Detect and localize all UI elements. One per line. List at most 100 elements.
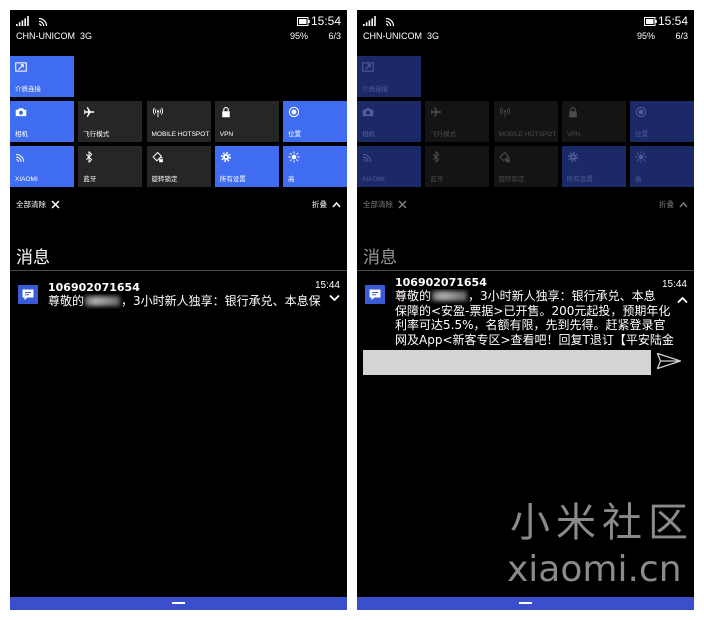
signal-strength-icon — [16, 16, 29, 26]
tile-rotation-lock[interactable]: 旋转锁定 — [146, 146, 211, 187]
camera-icon — [362, 106, 374, 118]
tile-label: 介质连接 — [362, 86, 388, 93]
redacted-name — [432, 291, 468, 301]
notification-sender: 106902071654 — [395, 276, 487, 289]
clear-all-label: 全部清除 — [363, 200, 393, 209]
clear-all-button[interactable]: 全部清除 — [16, 198, 60, 211]
tile-rotation-lock[interactable]: 旋转锁定 — [493, 146, 558, 187]
notification-sender: 106902071654 — [48, 281, 140, 294]
close-icon — [51, 200, 60, 209]
notification-text-line: 保障的<安盈-票据>已开售。200元起投，预期年化 — [395, 303, 671, 318]
date: 6/3 — [328, 31, 341, 41]
tile-media-connect[interactable]: 介质连接 — [357, 56, 421, 97]
camera-icon — [15, 106, 27, 118]
hotspot-icon — [152, 106, 164, 118]
tile-label: 飞行模式 — [430, 131, 457, 138]
tile-airplane-mode[interactable]: 飞行模式 — [425, 101, 490, 142]
tile-bluetooth[interactable]: 蓝牙 — [425, 146, 490, 187]
nav-bar-handle[interactable] — [172, 602, 185, 604]
chevron-up-icon — [677, 296, 688, 304]
notification-card[interactable]: 106902071654 15:44 尊敬的 ，3小时新人独享：银行承兑、本息 保… — [357, 275, 694, 355]
watermark-text: xiaomi.cn — [507, 549, 682, 590]
wifi-icon — [362, 151, 374, 163]
brightness-icon — [288, 151, 300, 163]
signal-strength-icon — [363, 16, 376, 26]
notification-card[interactable]: 106902071654 15:44 尊敬的 ，3小时新人独享：银行承兑、本息保 — [10, 280, 347, 342]
clock: 15:54 — [657, 14, 688, 28]
phone-screen-left: 15:54 CHN-UNICOM 3G 95% 6/3 介质连接 相机 飞行模式 MO… — [10, 10, 347, 610]
collapse-button[interactable]: 折叠 — [312, 198, 341, 211]
message-icon — [365, 285, 385, 304]
tile-label: 旋转锁定 — [151, 176, 178, 183]
carrier-name: CHN-UNICOM — [363, 31, 422, 41]
gear-icon — [567, 151, 579, 163]
battery-icon — [644, 17, 657, 26]
tile-label: 相机 — [15, 131, 28, 138]
tile-camera[interactable]: 相机 — [357, 101, 421, 142]
collapse-button[interactable]: 折叠 — [659, 198, 688, 211]
notification-body: 尊敬的 ，3小时新人独享：银行承兑、本息保 — [48, 294, 322, 309]
clear-all-button[interactable]: 全部清除 — [363, 198, 407, 211]
collapse-notification-button[interactable] — [677, 296, 688, 304]
expand-button[interactable] — [329, 294, 340, 302]
gear-icon — [220, 151, 232, 163]
tile-brightness[interactable]: 高 — [630, 146, 694, 187]
close-icon — [398, 200, 407, 209]
tile-label: XIAOMI — [15, 176, 38, 183]
lock-icon — [220, 106, 232, 118]
message-icon — [18, 285, 38, 304]
notification-text-line: 网及App<新客专区>查看吧！回复T退订【平安陆金 — [395, 332, 674, 347]
tile-label: VPN — [566, 131, 581, 138]
tile-vpn[interactable]: VPN — [214, 101, 279, 142]
tile-label: 高 — [635, 176, 642, 183]
quick-actions-grid: 介质连接相机 飞行模式 MOBILE HOTSPOT VPN 位置 XIAOMI 蓝牙 旋转锁… — [357, 56, 694, 187]
tile-vpn[interactable]: VPN — [561, 101, 626, 142]
notification-text-line: 利率可达5.5%，名额有限，先到先得。赶紧登录官 — [395, 318, 666, 332]
battery-percent: 95% — [290, 31, 309, 41]
tile-media-connect[interactable]: 介质连接 — [10, 56, 74, 97]
message-text: ，3小时新人独享：银行承兑、本息 — [468, 289, 656, 303]
message-text: ，3小时新人独享：银行承兑、本息保 — [121, 294, 321, 308]
tile-label: 高 — [288, 176, 295, 183]
greeting-text: 尊敬的 — [48, 294, 85, 308]
tile-brightness[interactable]: 高 — [283, 146, 347, 187]
section-title: 消息 — [363, 248, 397, 268]
tile-label: XIAOMI — [362, 176, 385, 183]
notification-time: 15:44 — [314, 280, 340, 291]
carrier-name: CHN-UNICOM — [16, 31, 75, 41]
tile-location[interactable]: 位置 — [283, 101, 347, 142]
reply-input[interactable] — [363, 350, 651, 375]
tile-wifi[interactable]: XIAOMI — [357, 146, 421, 187]
send-button[interactable] — [656, 352, 682, 370]
tile-all-settings[interactable]: 所有设置 — [214, 146, 279, 187]
tile-bluetooth[interactable]: 蓝牙 — [78, 146, 143, 187]
navigation-bar — [10, 597, 347, 610]
tile-label: VPN — [219, 131, 234, 138]
notification-body: 尊敬的 ，3小时新人独享：银行承兑、本息 保障的<安盈-票据>已开售。200元起投… — [395, 289, 677, 347]
tile-location[interactable]: 位置 — [630, 101, 694, 142]
chevron-up-icon — [679, 201, 688, 208]
tile-mobile-hotspot[interactable]: MOBILE HOTSPOT — [493, 101, 558, 142]
clear-all-label: 全部清除 — [16, 200, 46, 209]
greeting-text: 尊敬的 — [395, 289, 432, 303]
tile-wifi[interactable]: XIAOMI — [10, 146, 74, 187]
tile-label: 飞行模式 — [83, 131, 110, 138]
project-icon — [15, 61, 27, 73]
bluetooth-icon — [83, 151, 95, 163]
tile-label: MOBILE HOTSPOT — [498, 131, 556, 138]
battery-percent: 95% — [637, 31, 656, 41]
tile-mobile-hotspot[interactable]: MOBILE HOTSPOT — [146, 101, 211, 142]
send-icon — [656, 352, 682, 370]
nav-bar-handle[interactable] — [519, 602, 532, 604]
chevron-down-icon — [329, 294, 340, 302]
tile-label: 所有设置 — [219, 176, 246, 183]
navigation-bar — [357, 597, 694, 610]
redacted-name — [85, 296, 121, 306]
tile-label: 蓝牙 — [430, 176, 444, 183]
tile-camera[interactable]: 相机 — [10, 101, 74, 142]
tile-airplane-mode[interactable]: 飞行模式 — [78, 101, 143, 142]
tile-label: 位置 — [635, 131, 648, 138]
location-icon — [288, 106, 300, 118]
tile-all-settings[interactable]: 所有设置 — [561, 146, 626, 187]
lock-icon — [567, 106, 579, 118]
